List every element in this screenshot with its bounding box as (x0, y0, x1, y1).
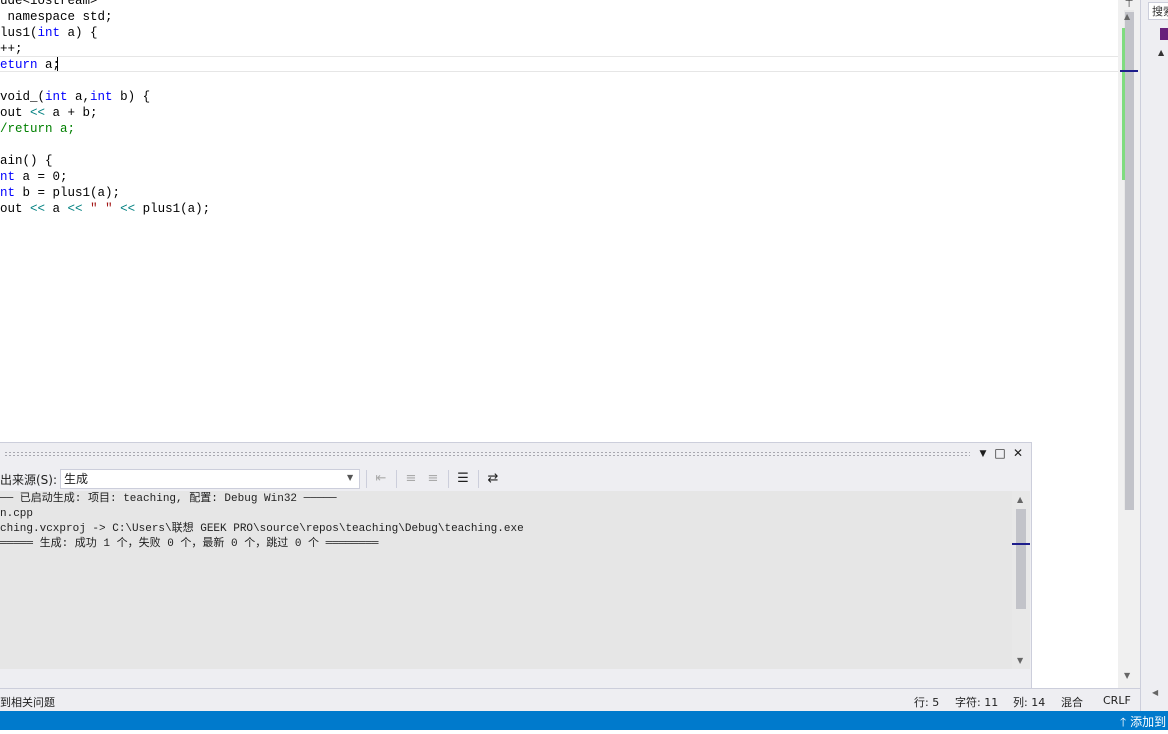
code-token: a = 0; (15, 170, 68, 184)
editor-status-row: 到相关问题 行: 5 字符: 11 列: 14 混合 CRLF (0, 688, 1140, 711)
search-input[interactable]: 搜索 (1148, 2, 1168, 20)
output-source-label: 出来源(S): (0, 473, 58, 487)
toolbar-separator (366, 470, 367, 488)
code-line: nt b = plus1(a); (0, 185, 210, 201)
code-token: nt (0, 170, 16, 184)
code-token: plus1(a); (135, 202, 211, 216)
code-line: namespace std; (0, 9, 210, 25)
change-tracking-bar (1122, 28, 1125, 180)
line-ending[interactable]: CRLF (1103, 694, 1131, 707)
output-position-marker (1012, 543, 1030, 545)
dropdown-icon[interactable]: ▼ (976, 449, 990, 459)
code-token: b = plus1(a); (15, 186, 121, 200)
scroll-down-icon[interactable]: ▼ (1124, 671, 1130, 680)
add-source-label: 添加到 (1130, 715, 1167, 729)
code-token: a) { (60, 26, 98, 40)
side-panel-strip (1140, 0, 1168, 711)
word-wrap-icon[interactable]: ⇄ (484, 471, 502, 486)
close-icon[interactable]: ✕ (1011, 446, 1025, 460)
code-token: << (67, 202, 83, 216)
chevron-down-icon[interactable]: ▼ (347, 473, 353, 482)
find-message-icon[interactable]: ⇤ (372, 471, 390, 486)
code-token: ude<iostream> (0, 0, 98, 8)
toolbar-separator (396, 470, 397, 488)
code-token: << (30, 106, 46, 120)
code-token: int (37, 26, 61, 40)
next-message-icon[interactable]: ≡ (424, 471, 442, 486)
code-line: ude<iostream> (0, 0, 210, 9)
scroll-up-icon[interactable]: ▲ (1017, 495, 1023, 504)
caret-position-marker (1120, 70, 1138, 72)
code-token: nt (0, 186, 16, 200)
code-line: out << a << " " << plus1(a); (0, 201, 210, 217)
code-token: namespace std; (0, 10, 113, 24)
output-line: ── 已启动生成: 项目: teaching, 配置: Debug Win32 … (0, 493, 337, 505)
line-number[interactable]: 行: 5 (914, 694, 939, 710)
output-line: ═════ 生成: 成功 1 个，失败 0 个，最新 0 个，跳过 0 个 ══… (0, 538, 379, 550)
code-token: << (30, 202, 46, 216)
issues-status[interactable]: 到相关问题 (0, 694, 55, 710)
code-line: /return a; (0, 121, 210, 137)
code-token: int (45, 90, 68, 104)
code-token: a (45, 202, 68, 216)
code-lines: ude<iostream> namespace std; lus1(int a) … (0, 0, 210, 217)
output-scroll-thumb[interactable] (1016, 509, 1026, 609)
expand-arrow-icon[interactable]: ▲ (1158, 48, 1164, 57)
code-line: ain() { (0, 153, 210, 169)
output-text-area[interactable]: ── 已启动生成: 项目: teaching, 配置: Debug Win32 … (0, 491, 1012, 669)
code-line: eturn a; (0, 57, 210, 73)
output-line: ching.vcxproj -> C:\Users\联想 GEEK PRO\so… (0, 523, 524, 535)
code-token: << (120, 202, 136, 216)
code-token: " " (90, 202, 113, 216)
scroll-left-icon[interactable]: ◀ (1152, 688, 1158, 697)
output-line: n.cpp (0, 508, 34, 520)
code-line: ++; (0, 41, 210, 57)
output-lines: ── 已启动生成: 项目: teaching, 配置: Debug Win32 … (0, 491, 524, 552)
code-line: lus1(int a) { (0, 25, 210, 41)
code-token: out (0, 106, 31, 120)
maximize-icon[interactable]: □ (993, 446, 1007, 460)
code-token: /return a; (0, 122, 76, 136)
project-icon[interactable] (1160, 28, 1168, 40)
code-line: nt a = 0; (0, 169, 210, 185)
code-token: lus1( (0, 26, 38, 40)
toolbar-separator (478, 470, 479, 488)
code-token: void_( (0, 90, 46, 104)
output-source-select[interactable]: 生成 (60, 469, 360, 489)
code-token: out (0, 202, 31, 216)
clear-all-icon[interactable]: ☰ (454, 471, 472, 486)
code-line: out << a + b; (0, 105, 210, 121)
column-number[interactable]: 列: 14 (1013, 694, 1045, 710)
panel-drag-grip[interactable] (4, 451, 970, 457)
status-bar (0, 711, 1168, 730)
scroll-up-icon[interactable]: ▲ (1124, 12, 1130, 21)
code-token: b) { (112, 90, 151, 104)
text-caret (57, 57, 58, 71)
editor-scroll-thumb[interactable] (1125, 12, 1134, 510)
code-token: ++; (0, 42, 23, 56)
arrow-up-icon: 🡑 (1120, 715, 1127, 729)
code-token: eturn (0, 58, 38, 72)
code-line: void_(int a,int b) { (0, 89, 210, 105)
toolbar-separator (448, 470, 449, 488)
scroll-down-icon[interactable]: ▼ (1017, 656, 1023, 665)
code-token: a, (67, 90, 91, 104)
char-number[interactable]: 字符: 11 (955, 694, 998, 710)
split-icon[interactable]: ⊤ (1120, 0, 1138, 10)
add-to-source-control[interactable]: 🡑 添加到 (1120, 713, 1166, 734)
code-token: a + b; (45, 106, 98, 120)
previous-message-icon[interactable]: ≡ (402, 471, 420, 486)
code-editor[interactable]: ude<iostream> namespace std; lus1(int a) … (0, 0, 1118, 442)
code-token: ain() { (0, 154, 53, 168)
tab-mode[interactable]: 混合 (1061, 694, 1083, 710)
code-token: int (90, 90, 113, 104)
